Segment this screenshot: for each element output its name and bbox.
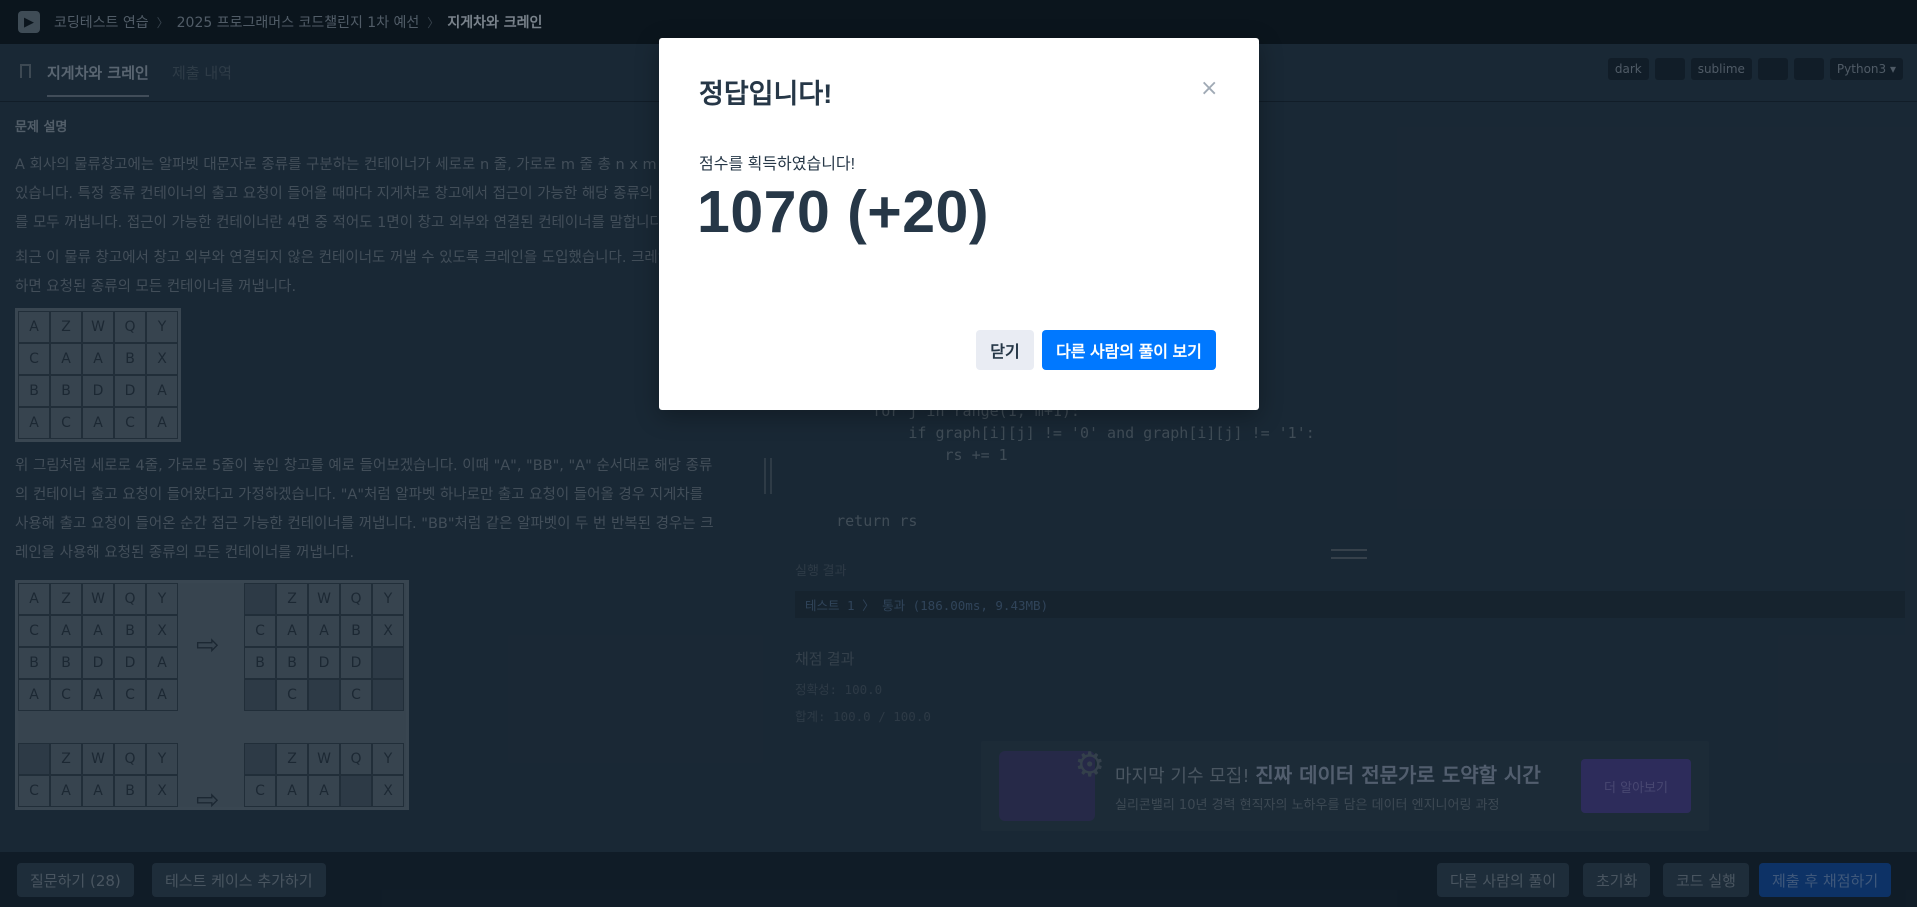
close-icon[interactable]: × (1200, 76, 1218, 101)
modal-message: 점수를 획득하였습니다! (699, 156, 856, 173)
result-modal: 정답입니다! × 점수를 획득하였습니다! 1070 (+20) 닫기 다른 사… (659, 38, 1259, 410)
score-value: 1070 (+20) (697, 179, 990, 245)
view-others-solutions-button[interactable]: 다른 사람의 풀이 보기 (1042, 330, 1216, 370)
modal-title: 정답입니다! (699, 79, 833, 109)
close-button[interactable]: 닫기 (976, 330, 1034, 370)
